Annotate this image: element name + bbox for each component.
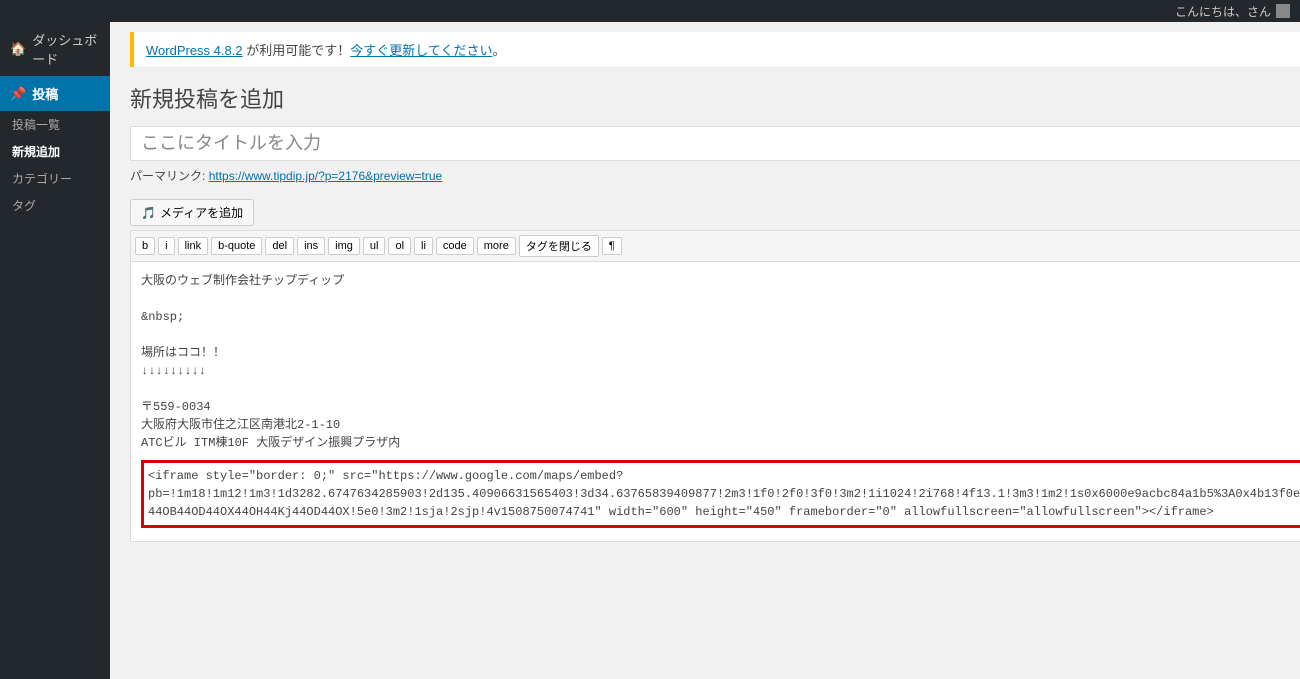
sidebar-dashboard-label: ダッシュボード bbox=[32, 30, 100, 68]
sidebar-sub-tags[interactable]: タグ bbox=[0, 192, 110, 219]
sidebar-posts-label: 投稿 bbox=[32, 84, 58, 103]
page-title: 新規投稿を追加 bbox=[130, 82, 1300, 114]
main-content: 表示オプション ▼ ヘルプ ▼ WordPress 4.8.2 が利用可能です！… bbox=[110, 22, 1300, 679]
sidebar-item-posts[interactable]: 📌 投稿 bbox=[0, 76, 110, 111]
permalink-url[interactable]: https://www.tipdip.jp/?p=2176&preview=tr… bbox=[209, 169, 442, 183]
tool-li[interactable]: li bbox=[414, 237, 433, 255]
notice-suffix: 。 bbox=[492, 43, 505, 58]
sidebar-sub-all-posts[interactable]: 投稿一覧 bbox=[0, 111, 110, 138]
sidebar-sub-categories[interactable]: カテゴリー bbox=[0, 165, 110, 192]
post-content-editor[interactable]: 大阪のウェブ制作会社チップディップ &nbsp; 場所はココ！！ ↓↓↓↓↓↓↓… bbox=[130, 262, 1300, 542]
tool-img[interactable]: img bbox=[328, 237, 360, 255]
tool-i[interactable]: i bbox=[158, 237, 174, 255]
tool-ol[interactable]: ol bbox=[388, 237, 411, 255]
media-icon: 🎵 bbox=[141, 206, 156, 220]
media-button-label: メディアを追加 bbox=[160, 204, 243, 221]
iframe-code-highlight: <iframe style="border: 0;" src="https://… bbox=[141, 460, 1300, 528]
tool-more[interactable]: more bbox=[477, 237, 516, 255]
sidebar-item-dashboard[interactable]: 🏠 ダッシュボード bbox=[0, 22, 110, 76]
update-now-link[interactable]: 今すぐ更新してください bbox=[350, 43, 492, 58]
update-notice: WordPress 4.8.2 が利用可能です！今すぐ更新してください。 bbox=[130, 32, 1300, 67]
sidebar-sub-add-new[interactable]: 新規追加 bbox=[0, 138, 110, 165]
user-suffix: さん bbox=[1247, 3, 1271, 20]
tool-paragraph[interactable]: ¶ bbox=[602, 237, 622, 255]
tool-ul[interactable]: ul bbox=[363, 237, 386, 255]
permalink-label: パーマリンク: bbox=[130, 169, 205, 183]
tool-close-tags[interactable]: タグを閉じる bbox=[519, 235, 599, 257]
dashboard-icon: 🏠 bbox=[10, 41, 26, 57]
tool-bquote[interactable]: b-quote bbox=[211, 237, 262, 255]
tool-link[interactable]: link bbox=[178, 237, 209, 255]
permalink-row: パーマリンク: https://www.tipdip.jp/?p=2176&pr… bbox=[130, 167, 1300, 184]
tool-b[interactable]: b bbox=[135, 237, 155, 255]
tool-code[interactable]: code bbox=[436, 237, 474, 255]
tool-del[interactable]: del bbox=[265, 237, 294, 255]
version-link[interactable]: WordPress 4.8.2 bbox=[146, 43, 243, 58]
greeting-text: こんにちは、 bbox=[1175, 3, 1247, 20]
notice-text: が利用可能です！ bbox=[243, 43, 351, 58]
editor-toolbar: b i link b-quote del ins img ul ol li co… bbox=[130, 230, 1300, 262]
tool-ins[interactable]: ins bbox=[297, 237, 325, 255]
add-media-button[interactable]: 🎵 メディアを追加 bbox=[130, 199, 254, 226]
post-title-input[interactable] bbox=[130, 126, 1300, 161]
admin-sidebar: 🏠 ダッシュボード 📌 投稿 投稿一覧 新規追加 カテゴリー タグ bbox=[0, 22, 110, 679]
admin-topbar: こんにちは、 さん bbox=[0, 0, 1300, 22]
pin-icon: 📌 bbox=[10, 86, 26, 102]
avatar[interactable] bbox=[1276, 4, 1290, 18]
